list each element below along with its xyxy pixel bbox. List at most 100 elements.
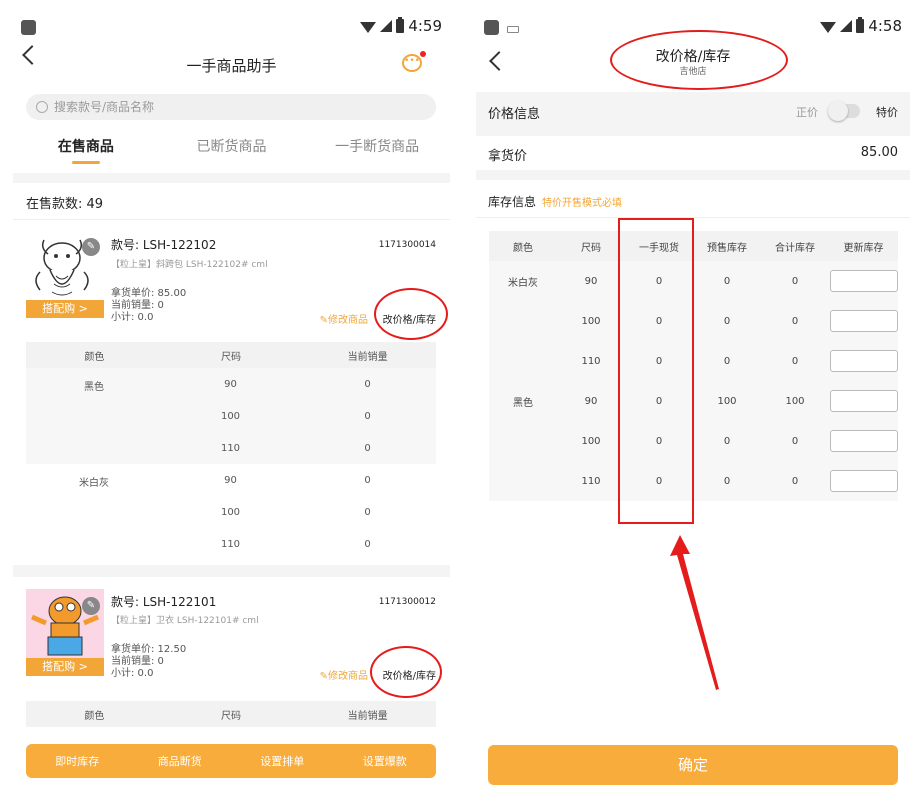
price-mode-toggle[interactable]: [828, 101, 860, 121]
col-color: 颜色: [84, 710, 105, 722]
tab-first-hand-out[interactable]: 一手断货商品: [304, 132, 450, 172]
update-stock-input[interactable]: [829, 310, 898, 332]
table-header: 颜色 尺码 当前销量: [26, 342, 436, 368]
table-row: 110 0: [220, 442, 371, 454]
status-time: 4:59: [408, 17, 442, 35]
product-code: 款号: LSH-122102: [111, 238, 217, 252]
table-row: 110 0 0 0: [557, 341, 898, 381]
product-id: 1171300014: [378, 240, 436, 250]
table-row: 100 0: [220, 506, 371, 518]
product-thumbnail[interactable]: ✎ 搭配购 >: [26, 236, 104, 326]
table-row: 100 0: [220, 410, 371, 422]
color-label: 黑色: [513, 398, 533, 409]
match-buy-button[interactable]: 搭配购 >: [26, 300, 104, 318]
col-update-stock: 更新库存: [843, 242, 884, 254]
notification-icon: [484, 20, 499, 35]
notification-dot: [420, 51, 426, 57]
tab-out-of-stock[interactable]: 已断货商品: [159, 132, 305, 172]
set-order-button[interactable]: 设置排单: [231, 753, 334, 769]
battery-icon: [396, 17, 405, 33]
toggle-special-label: 特价: [876, 106, 898, 119]
color-group: 米白灰 90 0 100 0 110 0: [26, 464, 436, 560]
annotation-arrow: [670, 535, 719, 690]
color-group: 黑色 90 0 100 0 110 0: [26, 368, 436, 464]
chat-icon[interactable]: •••: [402, 54, 422, 72]
search-input[interactable]: [54, 100, 384, 114]
product-out-of-stock-button[interactable]: 商品断货: [129, 753, 232, 769]
product-desc: 【粒上皇】卫衣 LSH-122101# cml: [111, 616, 259, 626]
table-row: 90 0 100 100: [557, 381, 898, 421]
product-subtotal: 小计: 0.0: [111, 312, 154, 323]
annotation-rectangle: [618, 218, 694, 524]
table-row: 90 0: [224, 378, 371, 390]
edit-image-icon[interactable]: ✎: [82, 238, 100, 256]
table-row: 110 0: [220, 538, 371, 550]
bottom-action-bar: 即时库存 商品断货 设置排单 设置爆款: [26, 744, 436, 778]
product-sales: 当前销量: 0: [111, 300, 164, 311]
wifi-icon: [820, 21, 837, 33]
col-color: 颜色: [513, 242, 533, 254]
on-sale-count: 在售款数: 49: [26, 197, 104, 212]
status-time: 4:58: [868, 17, 902, 35]
product-thumbnail[interactable]: ✎ 搭配购 >: [26, 589, 104, 679]
confirm-button[interactable]: 确定: [488, 745, 898, 785]
tab-bar: 在售商品 已断货商品 一手断货商品: [13, 132, 450, 172]
sales-table: 颜色 尺码 当前销量: [26, 701, 436, 727]
product-id: 1171300012: [378, 597, 436, 607]
col-presale-stock: 预售库存: [707, 242, 747, 254]
search-icon: [36, 101, 48, 113]
edit-product-link[interactable]: ✎修改商品: [320, 311, 368, 326]
notification-icon: [21, 20, 36, 35]
update-stock-input[interactable]: [829, 270, 898, 292]
signal-icon: [380, 20, 393, 32]
table-row: 110 0 0 0: [557, 461, 898, 501]
product-sales: 当前销量: 0: [111, 656, 164, 667]
table-row: 100 0 0 0: [557, 421, 898, 461]
stock-info-label: 库存信息: [488, 195, 537, 209]
cost-value: 85.00: [860, 145, 898, 160]
product-subtotal: 小计: 0.0: [111, 668, 154, 679]
divider: [13, 219, 450, 220]
col-size: 尺码: [221, 710, 241, 722]
signal-icon: [840, 20, 853, 32]
product-price: 拿货单价: 12.50: [111, 644, 187, 655]
sales-table: 颜色 尺码 当前销量 黑色 90 0 100 0 110 0 米白灰 90 0 100 0…: [26, 342, 436, 560]
match-buy-button[interactable]: 搭配购 >: [26, 658, 104, 676]
keyboard-icon: [507, 26, 519, 33]
table-row: 90 0: [224, 474, 371, 486]
update-stock-input[interactable]: [829, 390, 898, 412]
product-desc: 【粒上皇】斜跨包 LSH-122102# cml: [111, 260, 268, 270]
col-sales: 当前销量: [347, 351, 388, 363]
table-header: 颜色 尺码 当前销量: [26, 701, 436, 727]
search-bar[interactable]: [26, 94, 436, 120]
battery-icon: [856, 17, 865, 33]
toggle-knob: [828, 101, 848, 121]
product-price: 拿货单价: 85.00: [111, 288, 187, 299]
edit-product-link[interactable]: ✎修改商品: [320, 667, 368, 682]
col-color: 颜色: [84, 351, 105, 363]
section-divider: [476, 170, 910, 180]
tab-on-sale[interactable]: 在售商品: [13, 132, 159, 172]
page-title: 一手商品助手: [186, 57, 277, 75]
update-stock-input[interactable]: [829, 470, 898, 492]
instant-stock-button[interactable]: 即时库存: [26, 753, 129, 769]
wifi-icon: [360, 21, 377, 33]
col-total-stock: 合计库存: [775, 242, 815, 254]
col-size: 尺码: [581, 242, 601, 254]
edit-image-icon[interactable]: ✎: [82, 597, 100, 615]
col-size: 尺码: [221, 351, 241, 363]
annotation-circle: [374, 288, 448, 340]
group-color: 米白灰: [79, 478, 109, 489]
update-stock-input[interactable]: [829, 430, 898, 452]
set-hot-button[interactable]: 设置爆款: [334, 753, 437, 769]
table-row: 90 0 0 0: [557, 261, 898, 301]
col-sales: 当前销量: [347, 710, 388, 722]
product-code: 款号: LSH-122101: [111, 595, 217, 609]
stock-warning: 特价开售模式必填: [542, 198, 623, 209]
section-divider: [13, 173, 450, 183]
color-label: 米白灰: [508, 278, 538, 289]
left-screen: 4:59 一手商品助手 ••• 在售商品 已断货商品 一手断货商品 在售款数: …: [13, 0, 450, 796]
toggle-normal-label: 正价: [796, 106, 818, 119]
update-stock-input[interactable]: [829, 350, 898, 372]
annotation-circle: [370, 646, 442, 698]
